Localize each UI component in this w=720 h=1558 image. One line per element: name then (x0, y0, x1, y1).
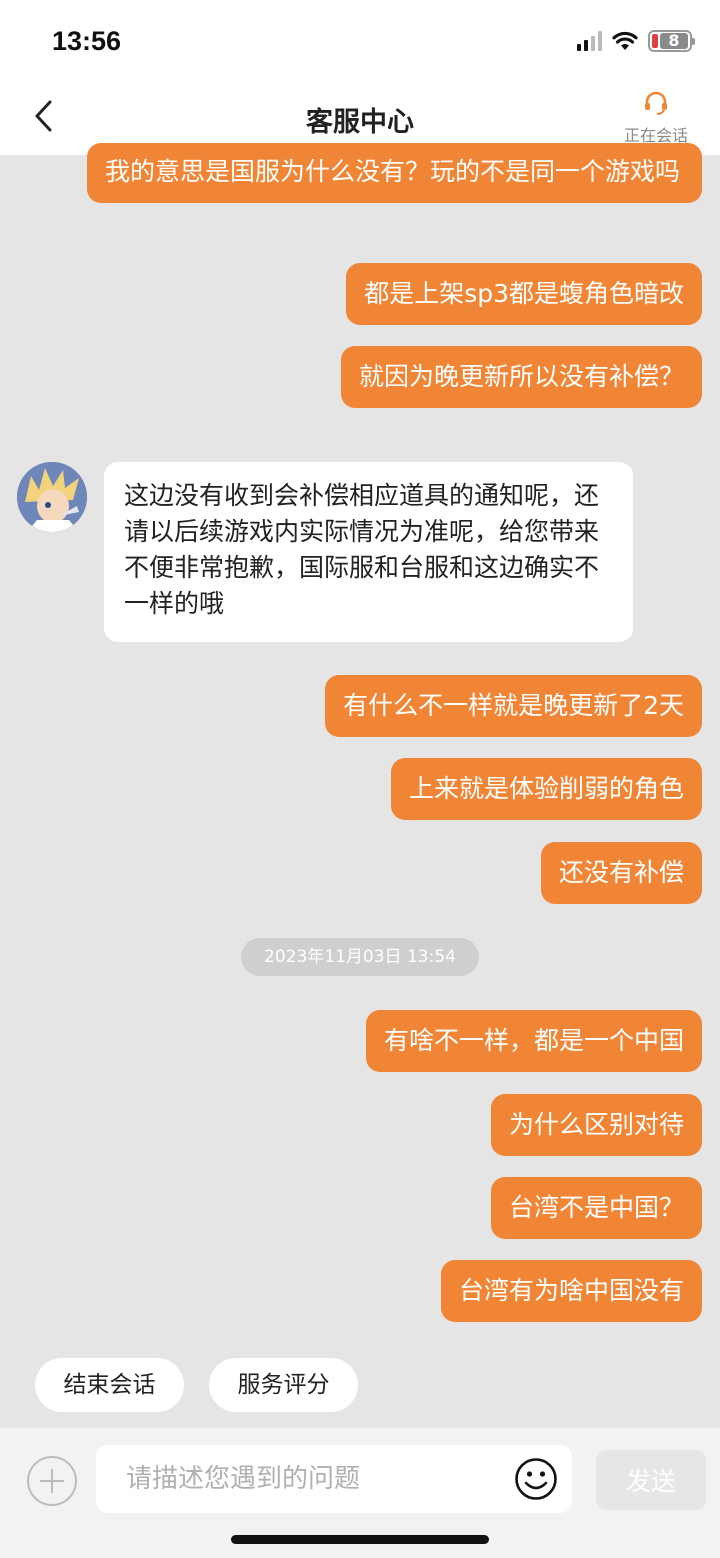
user-message: 台湾不是中国？ (490, 1177, 702, 1239)
emoji-button[interactable] (514, 1457, 558, 1501)
add-attachment-button[interactable] (27, 1456, 77, 1506)
user-message: 我的意思是国服为什么没有？玩的不是同一个游戏吗 (87, 143, 702, 203)
user-message: 有啥不一样，都是一个中国 (365, 1010, 702, 1072)
user-message: 都是上架sp3都是蝮角色暗改 (346, 263, 702, 325)
user-message: 就因为晚更新所以没有补偿？ (340, 346, 702, 408)
agent-message: 这边没有收到会补偿相应道具的通知呢，还请以后续游戏内实际情况为准呢，给您带来不便… (104, 462, 633, 642)
status-bar: 13:56 8 (0, 0, 720, 80)
user-message: 为什么区别对待 (490, 1094, 702, 1156)
headset-icon (645, 91, 667, 115)
user-message: 有什么不一样就是晚更新了2天 (325, 675, 702, 737)
page-title: 客服中心 (306, 107, 414, 138)
home-indicator (231, 1535, 489, 1544)
send-button[interactable]: 发送 (596, 1450, 706, 1510)
battery-icon: 8 (648, 30, 695, 52)
status-time: 13:56 (52, 26, 122, 56)
signal-icon (577, 31, 602, 51)
session-status[interactable]: 正在会话 (620, 90, 692, 146)
message-timestamp: 2023年11月03日 13:54 (241, 938, 479, 976)
input-bar: 发送 (0, 1428, 720, 1558)
agent-avatar (17, 462, 87, 532)
chat-area[interactable]: 我的意思是国服为什么没有？玩的不是同一个游戏吗 都是上架sp3都是蝮角色暗改 就… (0, 143, 720, 1355)
message-input-box (96, 1445, 572, 1513)
user-message: 台湾有为啥中国没有 (440, 1260, 702, 1322)
user-message: 上来就是体验削弱的角色 (390, 758, 702, 820)
end-session-button[interactable]: 结束会话 (35, 1358, 184, 1412)
battery-level: 8 (660, 33, 688, 49)
rate-service-button[interactable]: 服务评分 (209, 1358, 358, 1412)
wifi-icon (612, 31, 638, 50)
user-message: 还没有补偿 (540, 842, 702, 904)
message-input[interactable] (126, 1445, 506, 1513)
status-icons: 8 (577, 30, 695, 52)
smiley-icon (515, 1458, 557, 1500)
